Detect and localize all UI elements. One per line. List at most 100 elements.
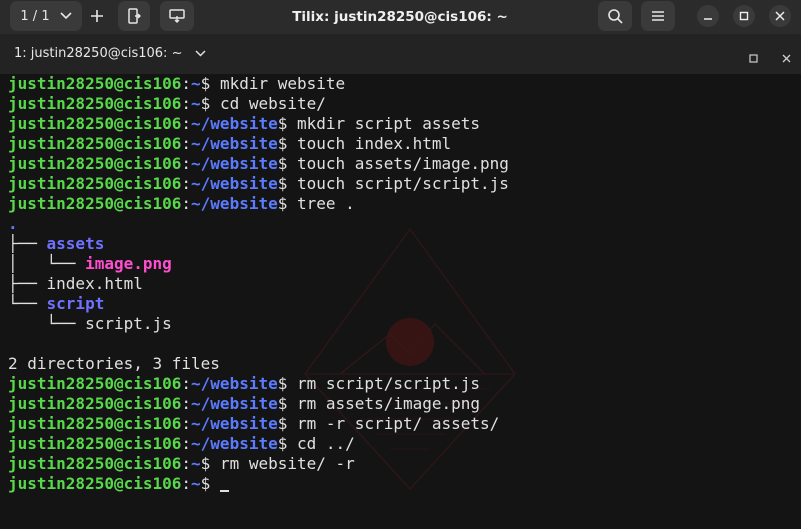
titlebar: 1 / 1 Tilix: justin28250@cis106: ~ [0, 0, 801, 34]
tree-entry: script [46, 294, 105, 313]
tree-branch: └── [8, 314, 86, 333]
terminal-lines: justin28250@cis106:~$ mkdir website justi… [8, 74, 509, 494]
command-text: mkdir website [219, 74, 346, 93]
prompt-user: justin28250@cis106 [8, 434, 182, 453]
prompt-user: justin28250@cis106 [8, 94, 182, 113]
terminal-line: justin28250@cis106:~/website$ mkdir scri… [8, 114, 509, 134]
prompt-symbol: $ [200, 454, 220, 473]
split-down-icon [169, 9, 185, 23]
terminal-line: └── script [8, 294, 509, 314]
command-text: cd website/ [219, 94, 326, 113]
split-down-button[interactable] [160, 1, 194, 31]
maximize-icon [749, 54, 758, 63]
prompt-user: justin28250@cis106 [8, 114, 182, 133]
prompt-symbol: $ [200, 94, 220, 113]
command-text: rm website/ -r [219, 454, 355, 473]
tree-entry: image.png [85, 254, 172, 273]
prompt-user: justin28250@cis106 [8, 394, 182, 413]
search-icon [608, 9, 623, 24]
prompt-path: ~ [191, 474, 201, 493]
prompt-symbol: $ [277, 134, 297, 153]
prompt-symbol: $ [277, 434, 297, 453]
prompt-user: justin28250@cis106 [8, 74, 182, 93]
prompt-user: justin28250@cis106 [8, 454, 182, 473]
command-text: rm assets/image.png [297, 394, 481, 413]
terminal-tab-label: 1: justin28250@cis106: ~ [14, 46, 183, 61]
close-button[interactable] [769, 5, 791, 27]
terminal-tab[interactable]: 1: justin28250@cis106: ~ [14, 46, 206, 61]
prompt-symbol: $ [277, 114, 297, 133]
terminal-line: justin28250@cis106:~/website$ touch inde… [8, 134, 509, 154]
plus-icon [91, 10, 103, 22]
terminal-close-button[interactable] [782, 48, 791, 67]
terminal-line: 2 directories, 3 files [8, 354, 509, 374]
split-right-button[interactable] [118, 1, 150, 31]
prompt-symbol: $ [277, 414, 297, 433]
prompt-user: justin28250@cis106 [8, 414, 182, 433]
prompt-separator: : [181, 74, 192, 93]
maximize-icon [739, 11, 749, 21]
tree-entry: assets [46, 234, 105, 253]
session-switcher-button[interactable]: 1 / 1 [10, 1, 82, 31]
terminal-line: justin28250@cis106:~$ mkdir website [8, 74, 509, 94]
prompt-separator: : [181, 374, 192, 393]
close-icon [775, 11, 785, 21]
prompt-user: justin28250@cis106 [8, 154, 182, 173]
prompt-symbol: $ [277, 154, 297, 173]
prompt-separator: : [181, 394, 192, 413]
terminal-line: justin28250@cis106:~$ rm website/ -r [8, 454, 509, 474]
tree-branch: ├── [8, 234, 47, 253]
prompt-separator: : [181, 114, 192, 133]
prompt-path: ~/website [191, 194, 278, 213]
terminal-line: justin28250@cis106:~/website$ cd ../ [8, 434, 509, 454]
prompt-user: justin28250@cis106 [8, 134, 182, 153]
prompt-symbol: $ [200, 74, 220, 93]
chevron-down-icon [195, 50, 206, 57]
tree-entry: index.html [46, 274, 143, 293]
terminal-line: justin28250@cis106:~/website$ tree . [8, 194, 509, 214]
window-title: Tilix: justin28250@cis106: ~ [292, 9, 508, 25]
prompt-path: ~/website [191, 114, 278, 133]
session-counter: 1 / 1 [20, 8, 50, 24]
command-text: touch assets/image.png [297, 154, 509, 173]
terminal-output[interactable]: justin28250@cis106:~$ mkdir website justi… [0, 74, 801, 529]
search-button[interactable] [598, 1, 632, 31]
command-text: tree . [297, 194, 355, 213]
prompt-path: ~/website [191, 374, 278, 393]
maximize-button[interactable] [733, 5, 755, 27]
command-text: rm script/script.js [297, 374, 481, 393]
prompt-user: justin28250@cis106 [8, 374, 182, 393]
chevron-down-icon [60, 12, 72, 20]
prompt-separator: : [181, 414, 192, 433]
prompt-separator: : [181, 94, 192, 113]
hamburger-menu-icon [652, 11, 664, 21]
terminal-line: justin28250@cis106:~/website$ touch scri… [8, 174, 509, 194]
tree-branch: │ └── [8, 254, 86, 273]
prompt-user: justin28250@cis106 [8, 474, 182, 493]
command-text: cd ../ [297, 434, 355, 453]
tree-branch: ├── [8, 274, 47, 293]
terminal-line: │ └── image.png [8, 254, 509, 274]
terminal-line: justin28250@cis106:~/website$ rm -r scri… [8, 414, 509, 434]
prompt-separator: : [181, 194, 192, 213]
menu-button[interactable] [641, 1, 675, 31]
terminal-line: justin28250@cis106:~$ cd website/ [8, 94, 509, 114]
minimize-icon [704, 18, 712, 20]
text-cursor [219, 490, 229, 492]
minimize-button[interactable] [697, 5, 719, 27]
command-text: touch script/script.js [297, 174, 509, 193]
prompt-path: ~ [191, 74, 201, 93]
terminal-line: justin28250@cis106:~/website$ touch asse… [8, 154, 509, 174]
terminal-maximize-button[interactable] [749, 48, 758, 67]
command-text: mkdir script assets [297, 114, 481, 133]
prompt-path: ~ [191, 94, 201, 113]
prompt-separator: : [181, 134, 192, 153]
command-text: touch index.html [297, 134, 452, 153]
terminal-line: ├── assets [8, 234, 509, 254]
prompt-symbol: $ [277, 194, 297, 213]
terminal-line: justin28250@cis106:~/website$ rm script/… [8, 374, 509, 394]
prompt-path: ~ [191, 454, 201, 473]
add-terminal-button[interactable] [82, 1, 112, 31]
command-text: rm -r script/ assets/ [297, 414, 500, 433]
prompt-separator: : [181, 174, 192, 193]
